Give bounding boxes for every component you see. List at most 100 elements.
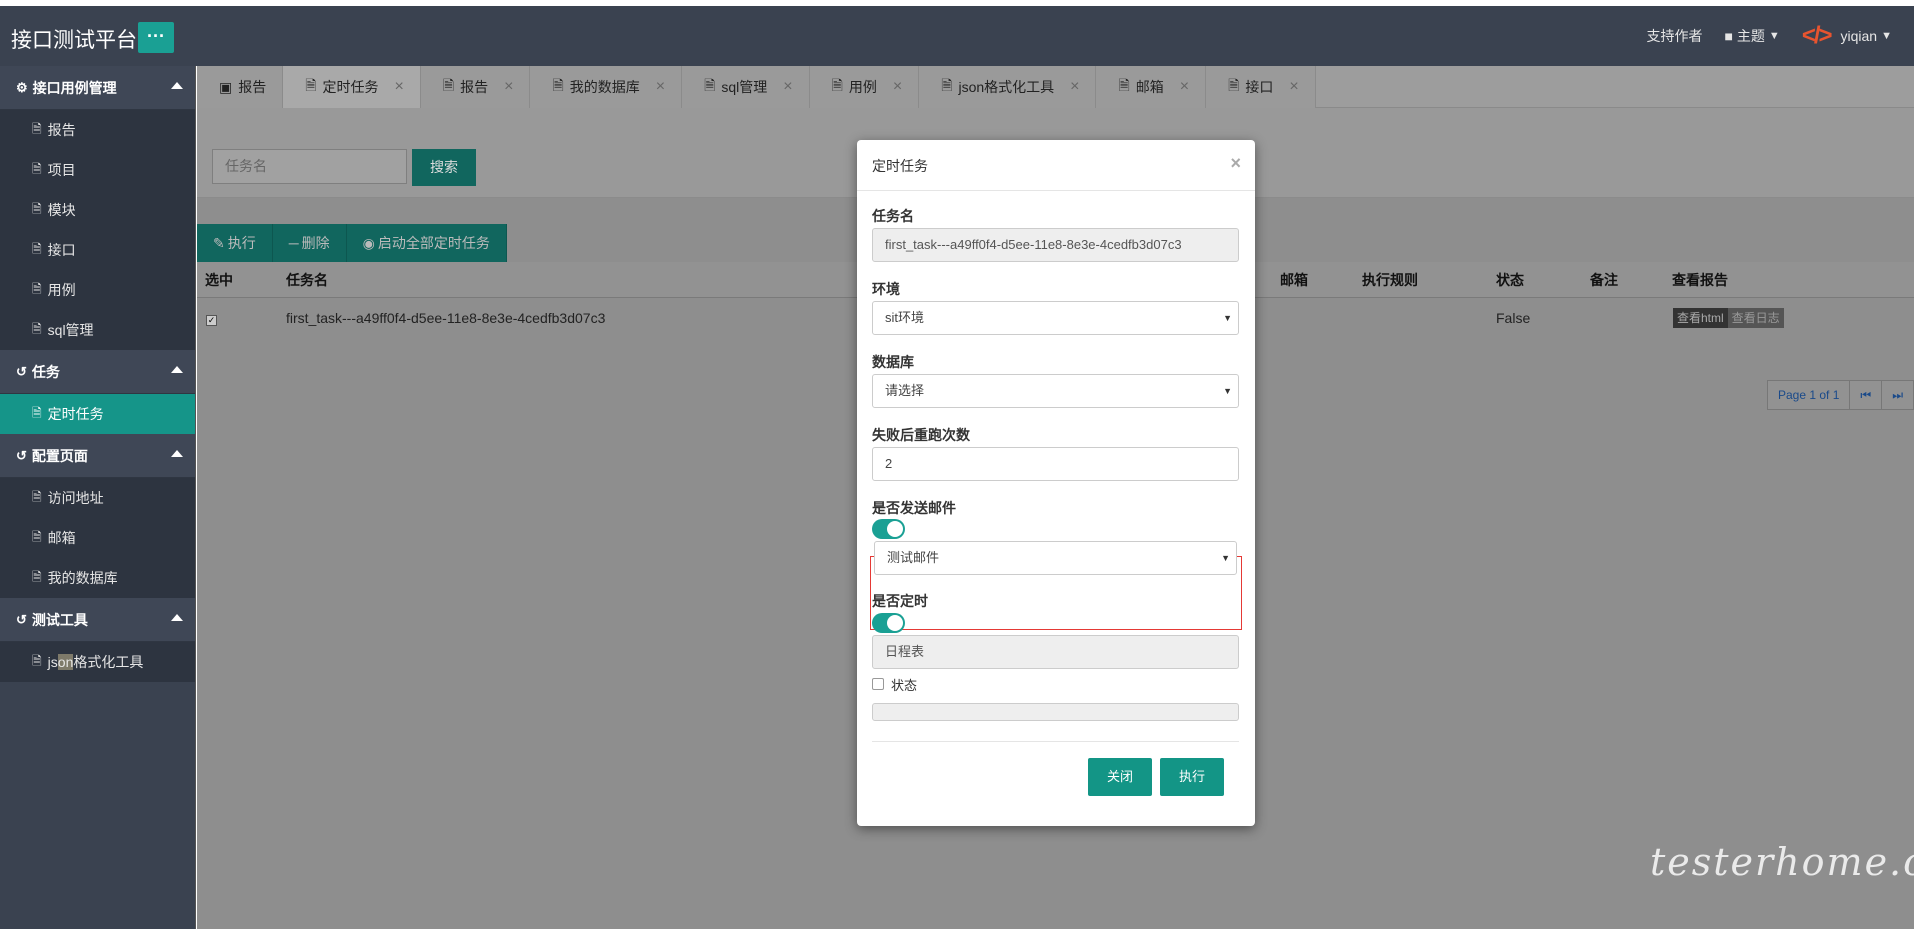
- sidebar-item-case[interactable]: 🗎 用例: [0, 270, 195, 310]
- tab-scheduled-task[interactable]: 🗎 定时任务 ×: [283, 66, 421, 108]
- tab-report-home[interactable]: ▣ 报告: [197, 66, 284, 108]
- mail-select[interactable]: 测试邮件 ▼: [874, 541, 1237, 575]
- sidebar-item-access-address[interactable]: 🗎 访问地址: [0, 478, 195, 518]
- send-mail-toggle[interactable]: [872, 519, 905, 539]
- sidebar-group-config[interactable]: ↺ 配置页面: [0, 434, 195, 478]
- close-icon[interactable]: ×: [656, 78, 665, 96]
- tab-label: 报告: [238, 79, 267, 95]
- schedule-input[interactable]: 日程表: [872, 635, 1239, 669]
- minus-icon: ─: [288, 235, 299, 251]
- run-button[interactable]: 执行: [1160, 758, 1224, 796]
- start-all-button[interactable]: ◉ 启动全部定时任务: [346, 224, 507, 262]
- task-name-label: 任务名: [872, 208, 914, 224]
- task-name-field[interactable]: first_task---a49ff0f4-d5ee-11e8-8e3e-4ce…: [872, 228, 1239, 262]
- app-header: 接口测试平台 ··· 支持作者 ■ 主题 ▼ </> yiqian ▼: [0, 6, 1914, 66]
- theme-menu[interactable]: ■ 主题 ▼: [1724, 26, 1779, 46]
- comment-icon: ■: [1724, 28, 1733, 44]
- sidebar-group-label: 配置页面: [31, 447, 88, 464]
- close-icon[interactable]: ×: [1070, 78, 1079, 96]
- view-html-button[interactable]: 查看html: [1673, 308, 1728, 328]
- retry-count-input[interactable]: 2: [872, 447, 1239, 481]
- row-checkbox[interactable]: ✓: [206, 315, 217, 326]
- last-page-icon[interactable]: ⏭: [1882, 381, 1913, 409]
- sidebar-item-project[interactable]: 🗎 项目: [0, 150, 195, 190]
- close-icon[interactable]: ×: [504, 78, 513, 96]
- caret-down-icon: ▼: [1768, 30, 1780, 42]
- user-menu[interactable]: </> yiqian ▼: [1802, 22, 1892, 50]
- close-icon[interactable]: ×: [783, 78, 792, 96]
- tab-label: json格式化工具: [958, 79, 1055, 95]
- view-log-button[interactable]: 查看日志: [1727, 308, 1784, 328]
- sidebar-item-interface[interactable]: 🗎 接口: [0, 230, 195, 270]
- close-icon[interactable]: ×: [1289, 78, 1298, 96]
- sidebar-item-my-database[interactable]: 🗎 我的数据库: [0, 558, 195, 598]
- delete-button[interactable]: ─ 删除: [272, 224, 347, 262]
- col-remark: 备注: [1590, 271, 1618, 288]
- close-icon[interactable]: ×: [395, 78, 404, 96]
- col-task-name: 任务名: [286, 271, 328, 288]
- row-report-actions: 查看html 查看日志: [1673, 308, 1784, 328]
- theme-label: 主题: [1736, 28, 1765, 44]
- sidebar-item-sql[interactable]: 🗎 sql管理: [0, 310, 195, 350]
- execute-button[interactable]: ✎ 执行: [197, 224, 273, 262]
- tab-report[interactable]: 🗎 报告 ×: [420, 66, 531, 108]
- sidebar-group-label: 任务: [31, 363, 60, 380]
- sidebar-group-case-management[interactable]: ⚙ 接口用例管理: [0, 66, 195, 110]
- user-name: yiqian: [1840, 28, 1878, 44]
- refresh-icon: ↺: [16, 611, 27, 627]
- col-select: 选中: [205, 271, 233, 288]
- tab-json-formatter[interactable]: 🗎 json格式化工具 ×: [919, 66, 1097, 108]
- file-icon: 🗎: [1118, 77, 1130, 93]
- tab-mailbox[interactable]: 🗎 邮箱 ×: [1096, 66, 1207, 108]
- close-button[interactable]: 关闭: [1088, 758, 1152, 796]
- first-page-icon[interactable]: ⏮: [1850, 381, 1883, 409]
- sidebar-item-module[interactable]: 🗎 模块: [0, 190, 195, 230]
- env-select[interactable]: sit环境 ▼: [872, 301, 1239, 335]
- file-icon: 🗎: [32, 281, 42, 296]
- sidebar-item-label: 用例: [47, 282, 76, 298]
- sidebar-group-task[interactable]: ↺ 任务: [0, 350, 195, 394]
- close-icon[interactable]: ×: [1230, 153, 1241, 174]
- file-icon: 🗎: [442, 77, 455, 93]
- sidebar-item-mailbox[interactable]: 🗎 邮箱: [0, 518, 195, 558]
- sidebar-item-label-part: 格式化工具: [73, 654, 144, 670]
- col-status: 状态: [1496, 271, 1524, 288]
- support-author-label: 支持作者: [1646, 28, 1703, 44]
- pagination: Page 1 of 1 ⏮ ⏭: [1766, 380, 1914, 410]
- watermark: testerhome.com: [1650, 840, 1914, 884]
- db-select[interactable]: 请选择 ▼: [872, 374, 1239, 408]
- close-icon[interactable]: ×: [893, 78, 902, 96]
- support-author-link[interactable]: 支持作者: [1646, 26, 1702, 46]
- db-value: 请选择: [885, 383, 925, 398]
- file-icon: 🗎: [32, 201, 42, 216]
- file-icon: 🗎: [32, 161, 42, 176]
- play-circle-icon: ◉: [362, 234, 375, 251]
- collapse-arrow-icon: [171, 366, 183, 373]
- collapse-arrow-icon: [171, 82, 183, 89]
- tab-interface[interactable]: 🗎 接口 ×: [1206, 66, 1316, 108]
- search-button[interactable]: 搜索: [412, 149, 476, 186]
- tab-sql[interactable]: 🗎 sql管理 ×: [682, 66, 810, 108]
- file-icon: 🗎: [32, 321, 42, 336]
- scheduled-toggle[interactable]: [872, 613, 905, 633]
- file-icon: 🗎: [32, 529, 42, 544]
- retry-label: 失败后重跑次数: [872, 427, 970, 443]
- env-label: 环境: [872, 281, 900, 297]
- menu-toggle-button[interactable]: ···: [138, 22, 174, 53]
- table-toolbar: ✎ 执行 ─ 删除 ◉ 启动全部定时任务: [197, 224, 507, 262]
- sidebar-item-json-formatter[interactable]: 🗎 js on 格式化工具: [0, 642, 195, 682]
- task-name-search-input[interactable]: 任务名: [212, 149, 407, 184]
- sidebar-group-label: 测试工具: [31, 611, 88, 628]
- sidebar-item-label: 接口: [47, 242, 76, 258]
- sidebar-group-test-tools[interactable]: ↺ 测试工具: [0, 598, 195, 642]
- close-icon[interactable]: ×: [1180, 78, 1189, 96]
- modal-title: 定时任务: [872, 158, 928, 174]
- sidebar-item-scheduled-task[interactable]: 🗎 定时任务: [0, 394, 195, 434]
- sidebar-item-report[interactable]: 🗎 报告: [0, 110, 195, 150]
- status-checkbox[interactable]: [872, 678, 884, 690]
- extra-field[interactable]: [872, 703, 1239, 721]
- start-all-label: 启动全部定时任务: [377, 235, 490, 251]
- tab-case[interactable]: 🗎 用例 ×: [809, 66, 920, 108]
- col-exec-rule: 执行规则: [1362, 271, 1418, 288]
- tab-my-database[interactable]: 🗎 我的数据库 ×: [530, 66, 683, 108]
